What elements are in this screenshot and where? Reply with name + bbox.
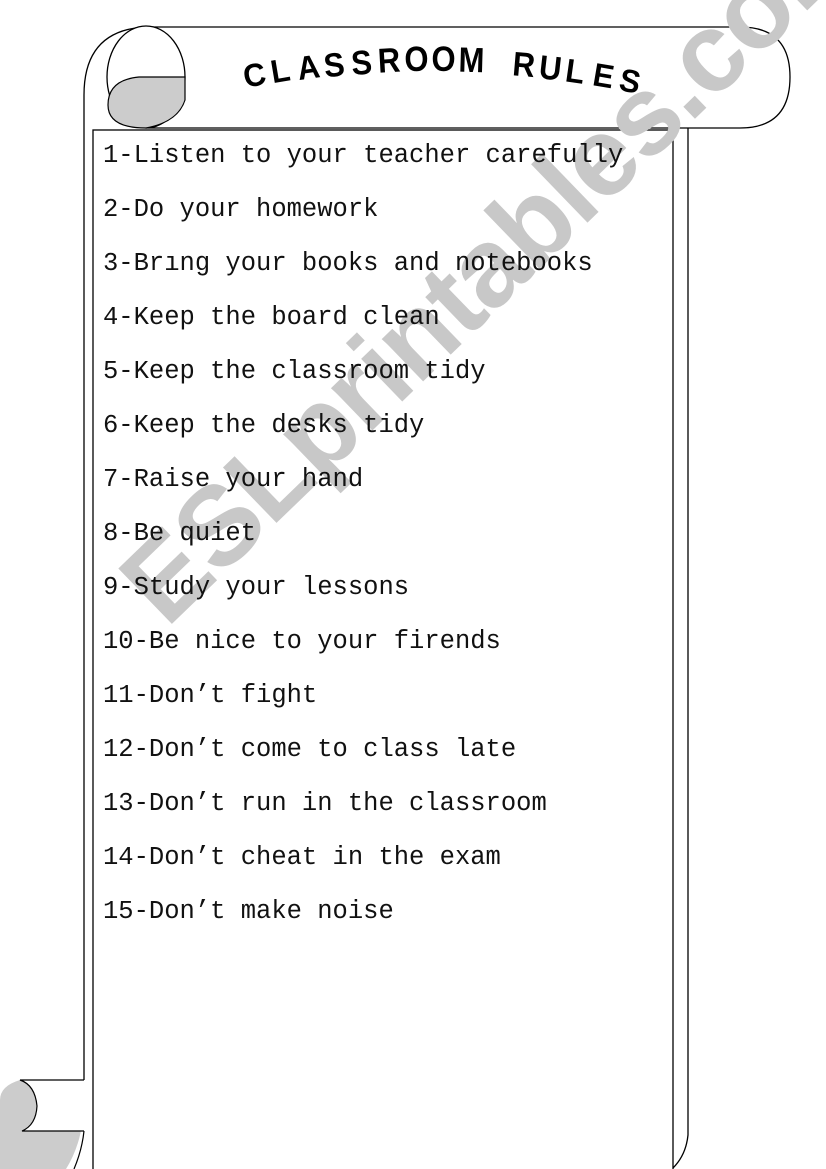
rule-item: 7-Raise your hand (103, 465, 364, 494)
rule-item: 3-Brıng your books and notebooks (103, 249, 593, 278)
rule-item: 10-Be nice to your firends (103, 627, 501, 656)
title-letter: U (537, 47, 564, 88)
rule-item: 4-Keep the board clean (103, 303, 440, 332)
title-letter: M (457, 39, 485, 81)
rule-item: 1-Listen to your teacher carefully (103, 141, 624, 170)
title-letter: S (349, 42, 374, 83)
rule-item: 9-Study your lessons (103, 573, 410, 602)
scroll-right-edge (672, 128, 689, 1169)
title-letter: C (240, 55, 270, 96)
rule-item: 5-Keep the classroom tidy (103, 357, 486, 386)
rule-item: 6-Keep the desks tidy (103, 411, 425, 440)
title-letter: S (321, 44, 347, 85)
rule-item: 11-Don’t fight (103, 681, 318, 710)
rule-item: 15-Don’t make noise (103, 897, 394, 926)
rule-item: 8-Be quiet (103, 519, 257, 548)
title-letter: R (510, 44, 537, 85)
worksheet-title: CLASSROOM RULES (240, 30, 643, 101)
title-letter: R (376, 40, 402, 81)
title-letter: O (431, 38, 456, 79)
title-letter (484, 42, 495, 83)
rule-item: 13-Don’t run in the classroom (103, 789, 547, 818)
title-letter: L (267, 51, 293, 91)
rules-list: 1-Listen to your teacher carefully 2-Do y… (103, 136, 663, 946)
rule-item: 14-Don’t cheat in the exam (103, 843, 501, 872)
rule-item: 2-Do your homework (103, 195, 379, 224)
title-letter: O (404, 39, 430, 80)
rule-item: 12-Don’t come to class late (103, 735, 517, 764)
title-letter: A (294, 47, 322, 88)
